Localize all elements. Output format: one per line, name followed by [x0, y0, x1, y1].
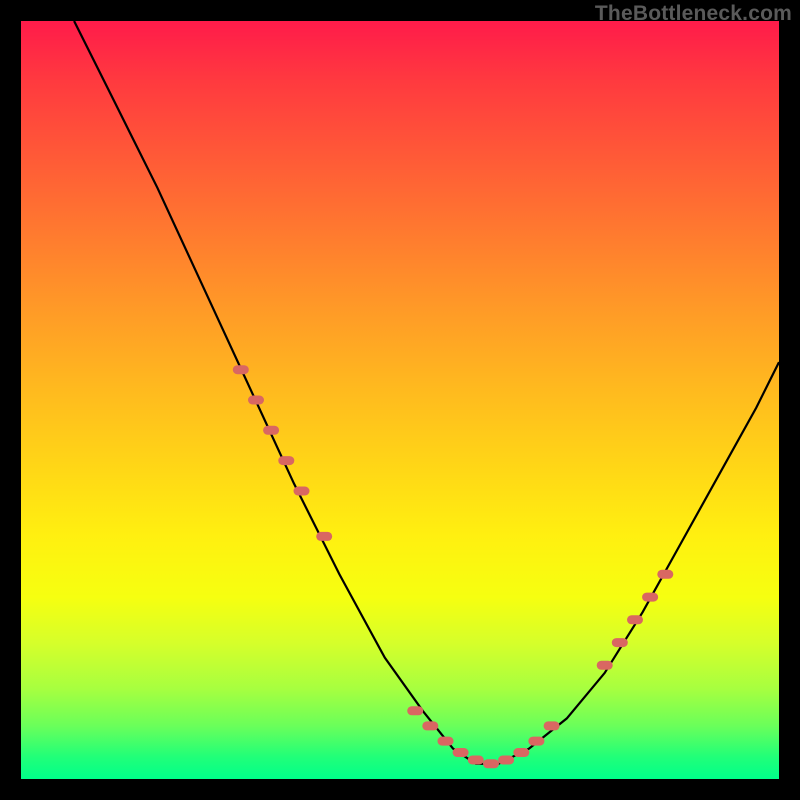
plot-area [21, 21, 779, 779]
highlight-dot [422, 721, 438, 730]
bottleneck-curve [74, 21, 779, 764]
highlight-dot [407, 706, 423, 715]
highlight-dot [294, 487, 310, 496]
highlight-dot [544, 721, 560, 730]
highlight-dot [627, 615, 643, 624]
highlight-dot [513, 748, 529, 757]
highlight-dot [278, 456, 294, 465]
highlight-dot [453, 748, 469, 757]
highlight-dot [316, 532, 332, 541]
highlight-dot [642, 593, 658, 602]
highlight-dot [612, 638, 628, 647]
highlight-dot [263, 426, 279, 435]
highlight-dots-group [233, 365, 674, 768]
highlight-dot [657, 570, 673, 579]
highlight-dot [248, 396, 264, 405]
highlight-dot [233, 365, 249, 374]
chart-svg [21, 21, 779, 779]
highlight-dot [597, 661, 613, 670]
highlight-dot [468, 756, 484, 765]
outer-frame: TheBottleneck.com [0, 0, 800, 800]
highlight-dot [498, 756, 514, 765]
highlight-dot [483, 759, 499, 768]
highlight-dot [438, 737, 454, 746]
highlight-dot [528, 737, 544, 746]
watermark-text: TheBottleneck.com [595, 2, 792, 26]
